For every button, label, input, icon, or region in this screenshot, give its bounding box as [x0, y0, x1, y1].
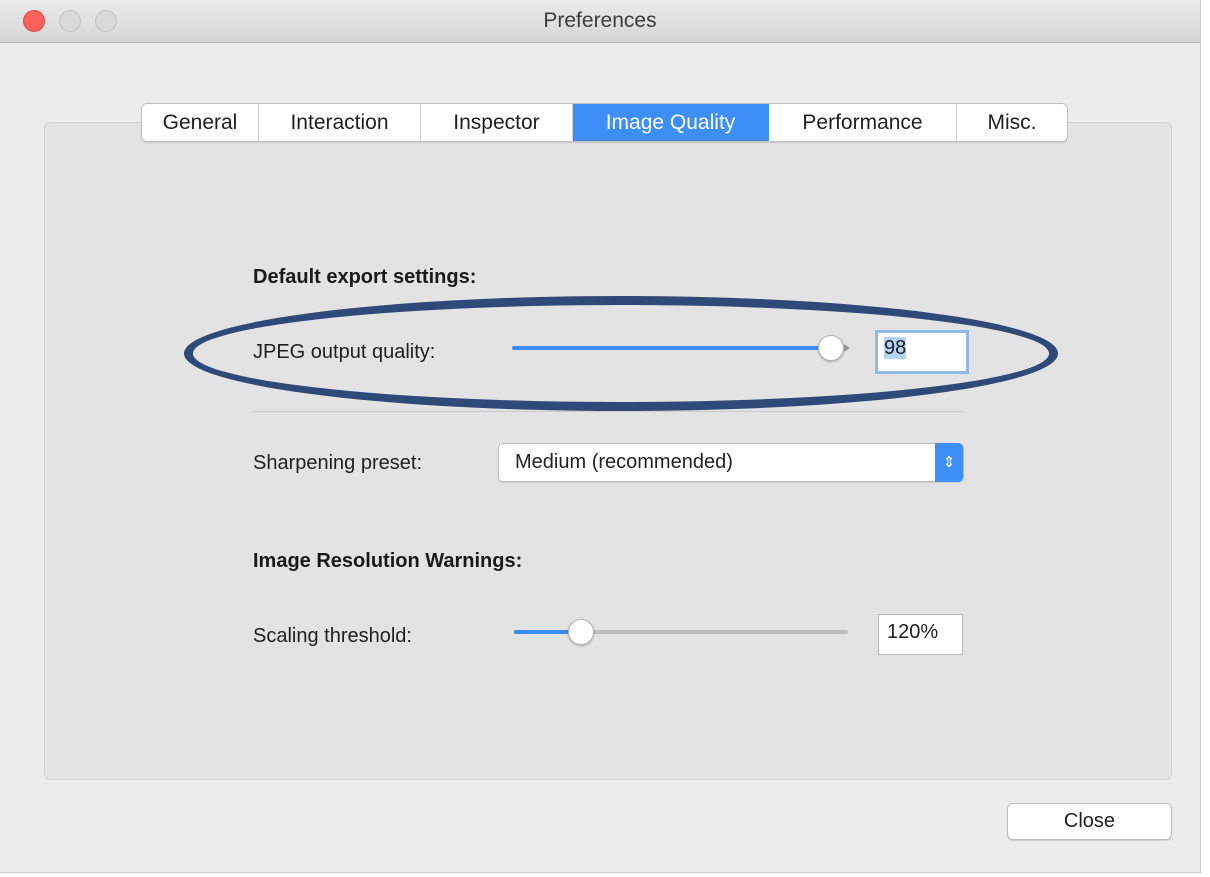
tab-interaction[interactable]: Interaction	[259, 104, 421, 141]
jpeg-quality-value: 98	[884, 337, 907, 359]
scaling-threshold-slider[interactable]	[514, 630, 848, 634]
window-title: Preferences	[543, 9, 657, 32]
scaling-threshold-value: 120%	[887, 621, 939, 643]
jpeg-quality-slider-knob[interactable]	[817, 335, 844, 361]
scaling-threshold-slider-knob[interactable]	[567, 619, 594, 645]
jpeg-quality-slider-fill	[512, 346, 831, 350]
jpeg-quality-label: JPEG output quality:	[253, 341, 436, 363]
sharpening-preset-label: Sharpening preset:	[253, 452, 423, 474]
tab-performance[interactable]: Performance	[769, 104, 957, 141]
jpeg-quality-slider[interactable]	[512, 346, 837, 350]
tab-general[interactable]: General	[142, 104, 259, 141]
tab-bar: General Interaction Inspector Image Qual…	[141, 103, 1068, 142]
resolution-warnings-heading: Image Resolution Warnings:	[253, 550, 523, 572]
tab-inspector[interactable]: Inspector	[421, 104, 573, 141]
preferences-window: Preferences General Interaction Inspecto…	[0, 0, 1201, 873]
close-button[interactable]: Close	[1007, 803, 1172, 840]
section-divider	[253, 411, 963, 412]
slider-end-arrow-icon	[844, 344, 850, 352]
scaling-threshold-label: Scaling threshold:	[253, 625, 412, 647]
scaling-threshold-input[interactable]: 120%	[878, 614, 963, 655]
sharpening-preset-value: Medium (recommended)	[515, 451, 733, 473]
sharpening-preset-select[interactable]: Medium (recommended) ⇕	[498, 443, 964, 482]
tab-image-quality[interactable]: Image Quality	[573, 104, 769, 141]
export-settings-heading: Default export settings:	[253, 266, 477, 288]
select-stepper-icon[interactable]: ⇕	[935, 443, 963, 482]
jpeg-quality-input[interactable]: 98	[875, 330, 969, 374]
title-bar[interactable]: Preferences	[0, 0, 1200, 43]
tab-misc[interactable]: Misc.	[957, 104, 1067, 141]
